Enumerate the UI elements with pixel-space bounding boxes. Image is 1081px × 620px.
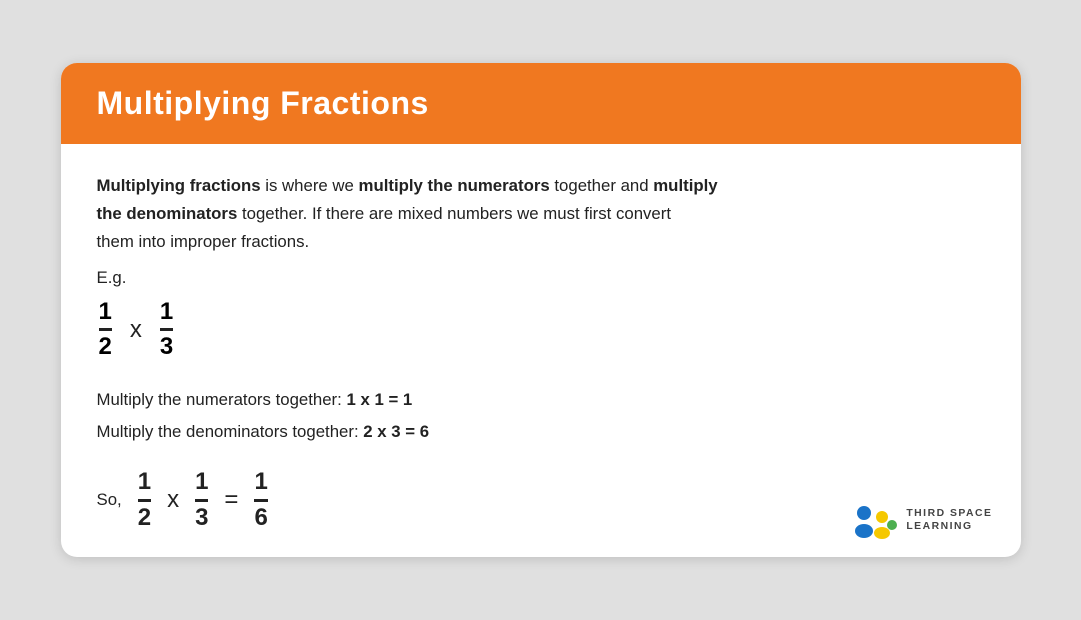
- result-fraction-3-numerator: 1: [254, 468, 267, 502]
- intro-plain-1: is where we: [265, 176, 358, 195]
- result-fraction-3: 1 6: [254, 468, 267, 533]
- so-word: So,: [97, 490, 122, 510]
- step-2: Multiply the denominators together: 2 x …: [97, 416, 985, 448]
- logo-area: THIRD SPACE LEARNING: [854, 503, 992, 539]
- page-title: Multiplying Fractions: [97, 85, 985, 122]
- fraction-2-numerator: 1: [160, 298, 173, 332]
- card: Multiplying Fractions Multiplying fracti…: [61, 63, 1021, 556]
- step-2-result: 2 x 3 = 6: [363, 422, 429, 441]
- result-fraction-1-denominator: 2: [138, 502, 151, 533]
- fraction-1-denominator: 2: [99, 331, 112, 362]
- result-fraction-2-numerator: 1: [195, 468, 208, 502]
- intro-text: Multiplying fractions is where we multip…: [97, 172, 985, 255]
- fraction-2: 1 3: [160, 298, 173, 363]
- step-2-label: Multiply the denominators together:: [97, 422, 364, 441]
- fraction-1: 1 2: [99, 298, 112, 363]
- result-fraction-2-denominator: 3: [195, 502, 208, 533]
- step-1: Multiply the numerators together: 1 x 1 …: [97, 384, 985, 416]
- card-body: Multiplying fractions is where we multip…: [61, 144, 1021, 556]
- intro-plain-2: together and: [554, 176, 653, 195]
- times-symbol-1: x: [130, 316, 142, 344]
- eg-label: E.g.: [97, 268, 985, 288]
- logo-line-1: THIRD SPACE: [906, 508, 992, 520]
- result-fraction-2: 1 3: [195, 468, 208, 533]
- result-fraction-1: 1 2: [138, 468, 151, 533]
- intro-bold-2: multiply the numerators: [359, 176, 550, 195]
- result-fraction-1-numerator: 1: [138, 468, 151, 502]
- fraction-1-numerator: 1: [99, 298, 112, 332]
- step-1-result: 1 x 1 = 1: [346, 390, 412, 409]
- step-1-label: Multiply the numerators together:: [97, 390, 347, 409]
- tsl-logo-icon: [854, 503, 898, 539]
- multiply-steps: Multiply the numerators together: 1 x 1 …: [97, 384, 985, 448]
- result-fraction-3-denominator: 6: [254, 502, 267, 533]
- fraction-example: 1 2 x 1 3: [99, 298, 985, 363]
- equals-symbol: =: [224, 486, 238, 514]
- fraction-2-denominator: 3: [160, 331, 173, 362]
- logo-line-2: LEARNING: [906, 521, 972, 533]
- card-header: Multiplying Fractions: [61, 63, 1021, 144]
- so-line: So, 1 2 x 1 3 = 1 6: [97, 468, 985, 533]
- logo-text: THIRD SPACE LEARNING: [906, 508, 992, 533]
- intro-bold-1: Multiplying fractions: [97, 176, 261, 195]
- times-symbol-2: x: [167, 486, 179, 514]
